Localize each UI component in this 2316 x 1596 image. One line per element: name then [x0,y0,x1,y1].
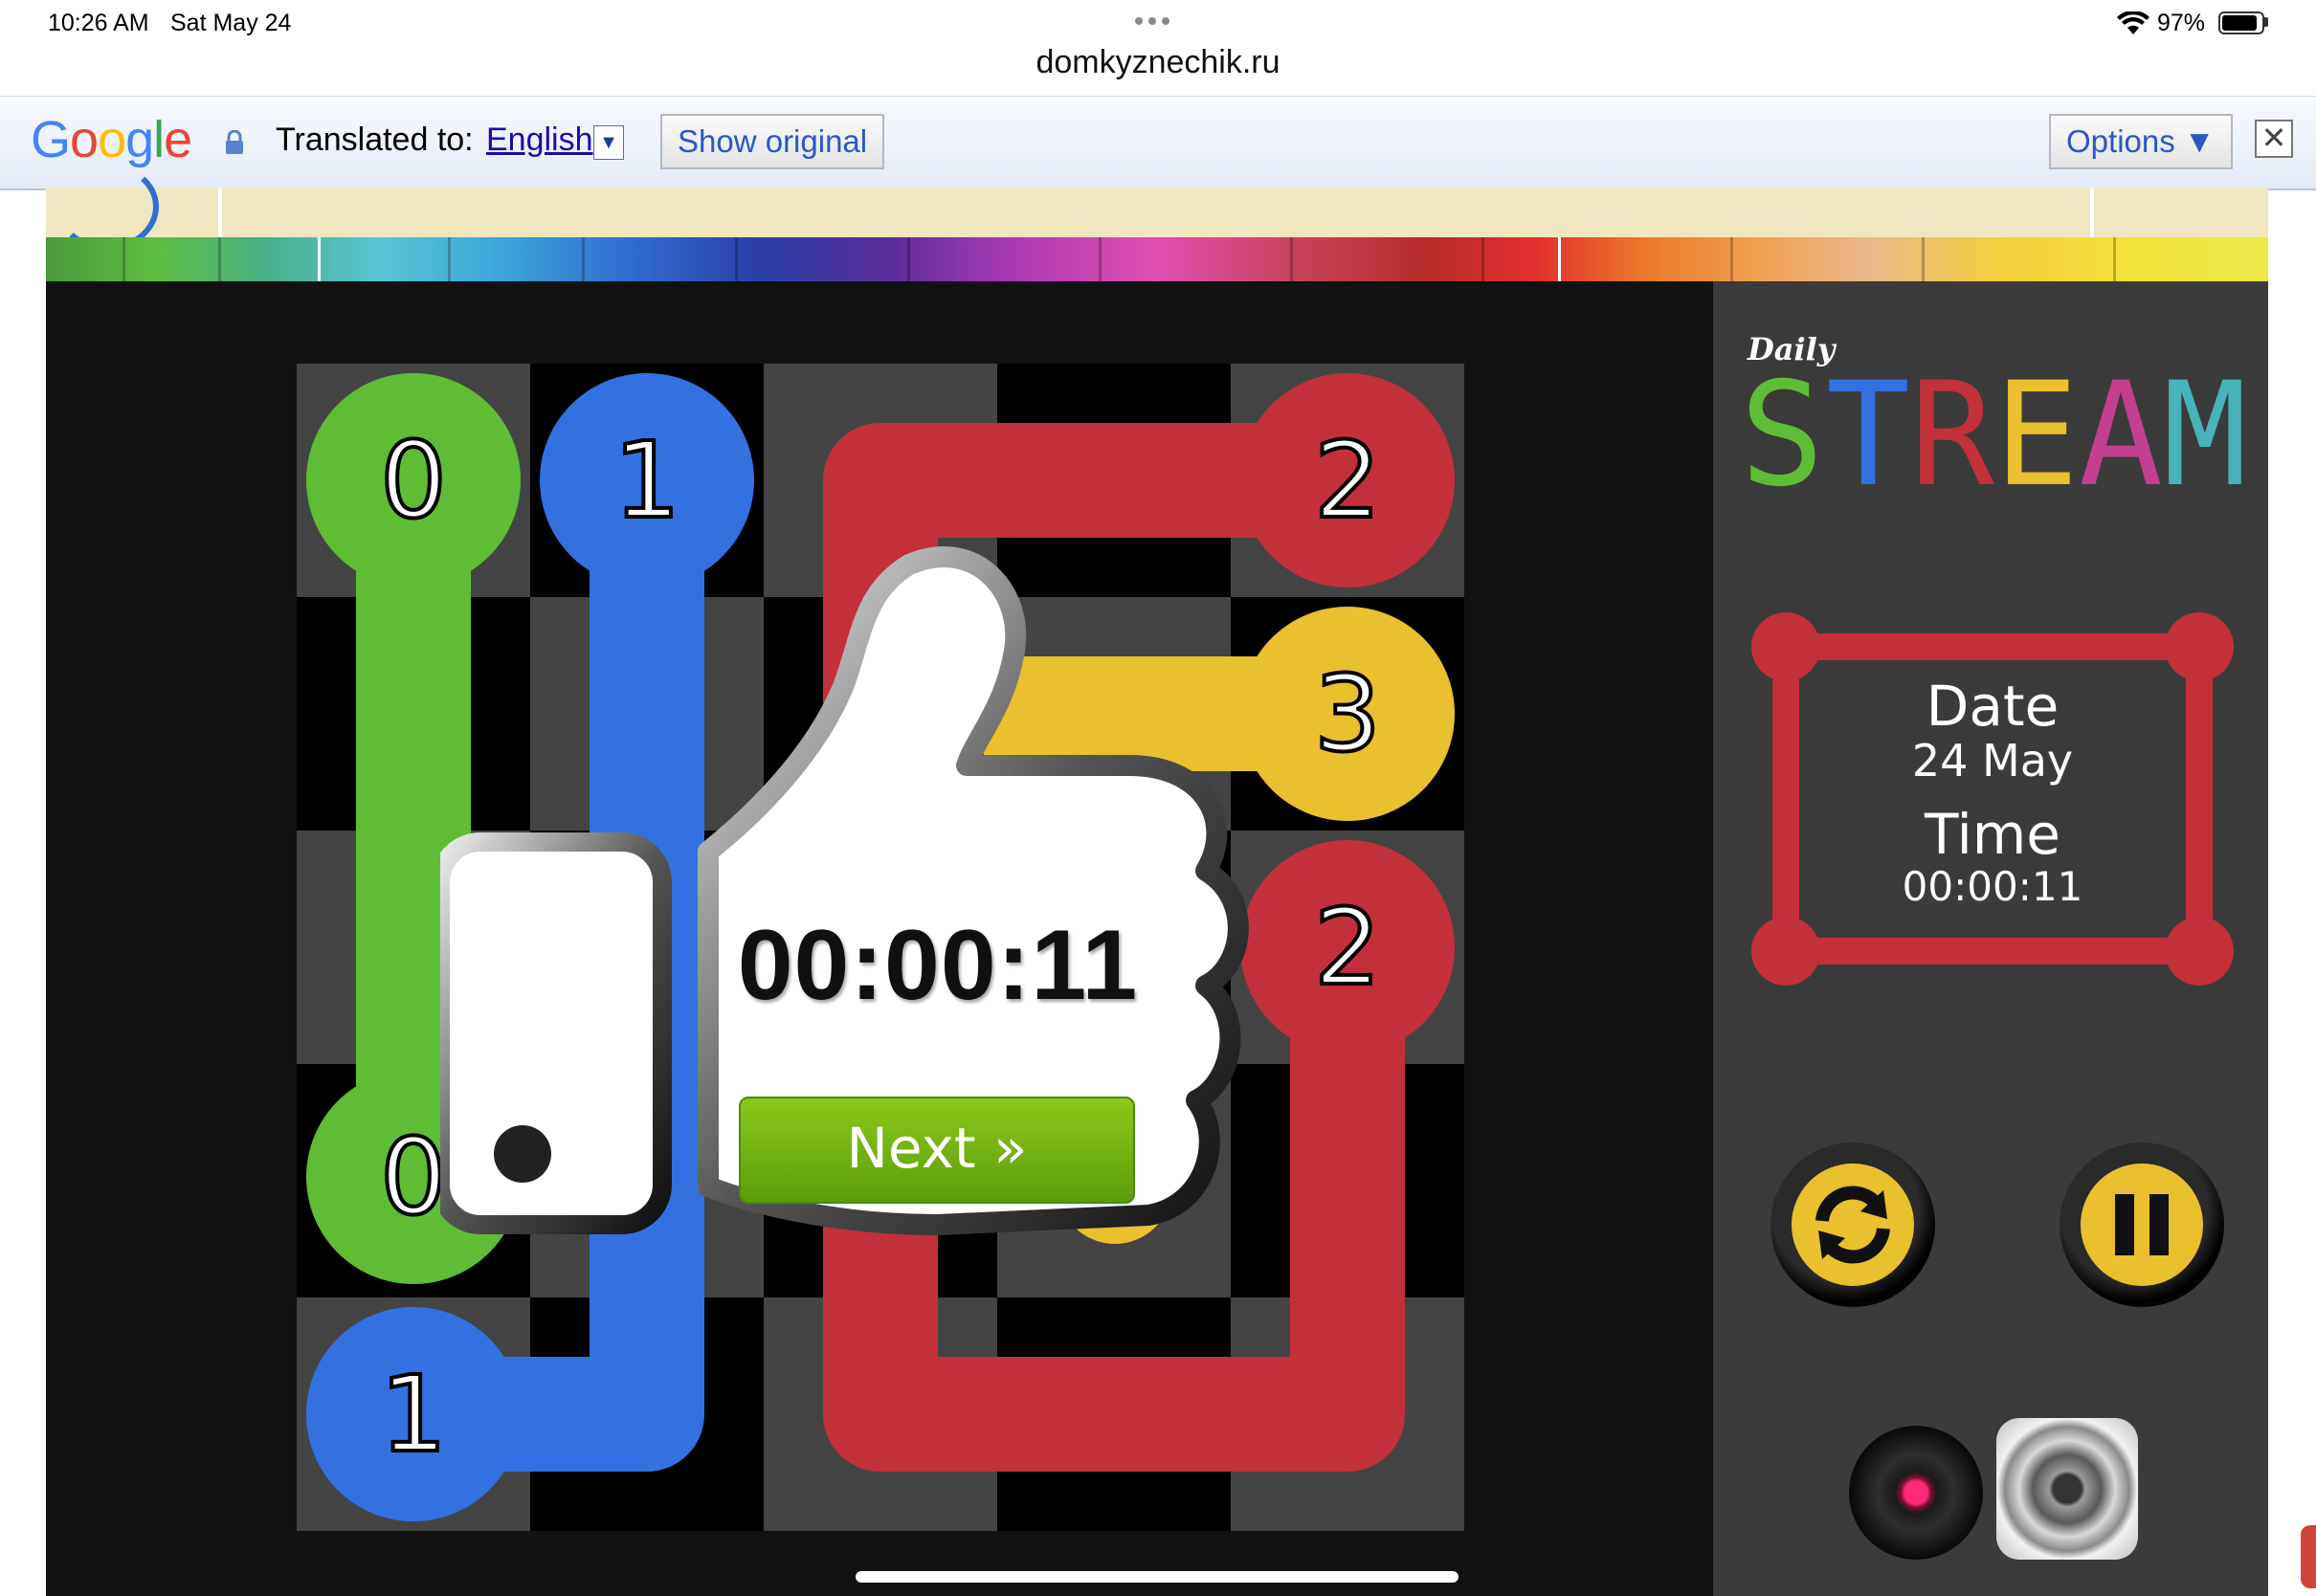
date-label: Date [1926,674,2060,739]
refresh-icon [1815,1186,1890,1264]
completion-time: 00:00:11 [737,910,1139,1021]
endpoint-red-bottom[interactable]: 2 [1240,840,1455,1054]
stream-logo: S T R E A M [1740,371,2247,496]
endpoint-label: 2 [1314,419,1381,542]
refresh-button[interactable] [1770,1142,1935,1307]
battery-percent: 97% [2157,10,2206,36]
endpoint-label: 0 [380,419,447,542]
page-header-strip [46,188,2268,237]
speaker-icon[interactable] [1996,1418,2138,1560]
language-dropdown-icon[interactable]: ▼ [593,125,624,160]
info-frame [1751,612,2234,986]
show-original-button[interactable]: Show original [660,114,885,169]
endpoint-yellow[interactable]: 3 [1240,607,1455,821]
endpoint-red-top[interactable]: 2 [1240,373,1455,587]
endpoint-label: 3 [1314,653,1381,775]
battery-icon [2218,11,2264,34]
pause-button[interactable] [2060,1142,2224,1307]
endpoint-label: 0 [380,1116,447,1238]
multitask-dots-icon[interactable] [1135,17,1169,25]
status-time: 10:26 AM [48,10,149,36]
logo-letter: A [2079,371,2163,496]
endpoint-label: 2 [1314,886,1381,1009]
date-value: 24 May [1911,735,2074,787]
endpoint-blue-bottom[interactable]: 1 [306,1307,521,1521]
lock-icon [226,130,243,154]
battery-cap [2264,17,2268,27]
logo-letter: E [1994,371,2079,496]
logo-letter: T [1826,371,1910,496]
logo-daily: Daily [1748,331,1836,367]
wifi-icon [2117,11,2149,34]
logo-letter: R [1910,371,1995,496]
status-date: Sat May 24 [170,10,292,36]
time-label: Time [1925,802,2060,867]
endpoint-label: 1 [380,1353,447,1475]
google-translate-bar: Google Translated to: English ▼ Show ori… [0,96,2316,190]
next-button[interactable]: Next » [739,1097,1135,1204]
side-tab[interactable] [2301,1525,2316,1588]
close-icon[interactable]: ✕ [2255,120,2293,158]
endpoint-label: 1 [613,419,680,542]
music-toggle-icon[interactable] [1849,1426,1983,1560]
logo-letter: M [2163,371,2247,496]
time-value: 00:00:11 [1902,863,2083,910]
colored-pencils-banner [46,237,2268,281]
logo-letter: S [1740,371,1824,496]
status-bar: 10:26 AM Sat May 24 domkyznechik.ru 97% [0,0,2316,96]
home-indicator[interactable] [856,1571,1459,1583]
google-logo: Google [31,111,192,168]
translated-to-label: Translated to: [276,122,474,158]
options-button[interactable]: Options ▼ [2049,114,2233,169]
pause-icon [2115,1194,2169,1255]
language-link[interactable]: English [486,122,593,159]
address-bar-url[interactable]: domkyznechik.ru [0,44,2316,81]
